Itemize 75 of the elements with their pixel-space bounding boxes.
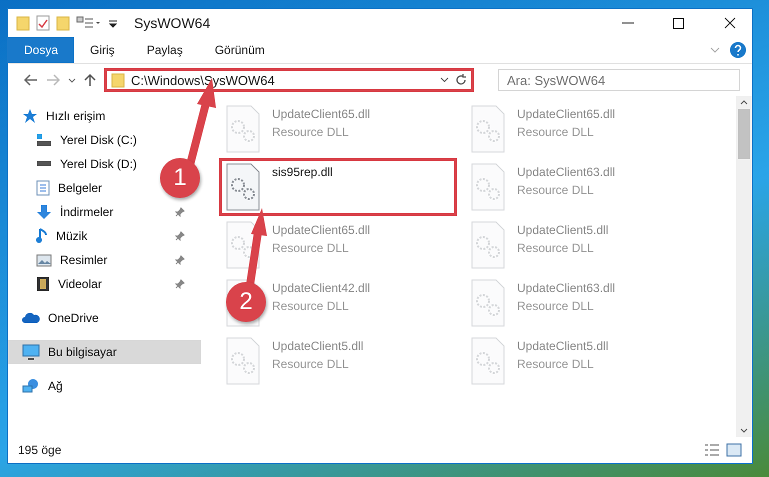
pin-icon[interactable] [175,207,185,217]
sidebar-item[interactable]: Hızlı erişim [8,104,114,128]
checklist-icon[interactable] [36,15,50,31]
close-icon [724,17,736,29]
gear-file-icon [226,105,260,153]
file-type: Resource DLL [272,241,350,255]
sidebar-item[interactable]: Yerel Disk (D:) [8,152,145,176]
ribbon-tab[interactable]: Paylaş [130,37,199,63]
file-item[interactable]: sis95rep.dll [219,158,457,216]
gear-file-icon [471,337,505,385]
item-count: 195 öge [18,443,62,457]
dropdown-chevron-icon[interactable] [440,77,449,83]
sidebar-item[interactable]: Resimler [8,248,193,272]
scrollbar-thumb[interactable] [738,109,750,159]
address-bar[interactable]: C:\Windows\SysWOW64 [104,68,474,92]
scrollbar[interactable] [736,96,752,437]
music-note-icon [36,228,48,244]
pin-icon[interactable] [175,231,185,241]
scroll-down-icon[interactable] [740,428,748,433]
file-type: Resource DLL [517,357,595,371]
file-name[interactable]: sis95rep.dll [272,165,333,179]
file-type: Resource DLL [517,299,595,313]
sidebar-item[interactable]: Ağ [8,374,71,398]
file-type: Resource DLL [272,299,350,313]
pin-icon[interactable] [175,279,185,289]
file-type: Resource DLL [272,357,350,371]
properties-dropdown-icon[interactable] [76,16,102,30]
download-arrow-icon [36,204,52,220]
ribbon-tab[interactable]: Dosya [8,37,74,63]
refresh-icon[interactable] [455,74,467,86]
drive-icon [36,161,52,167]
gear-file-icon [226,163,260,211]
maximize-icon [673,18,684,28]
ribbon-tab[interactable]: Görünüm [198,37,281,63]
network-globe-icon [22,378,40,394]
quick-access-dropdown-icon[interactable] [108,18,118,28]
sidebar-item[interactable]: OneDrive [8,306,107,330]
sidebar-item[interactable]: İndirmeler [8,200,193,224]
gear-file-icon [226,337,260,385]
drive-icon [36,133,52,147]
file-type: Resource DLL [517,241,595,255]
sidebar-item[interactable]: Müzik [8,224,193,248]
pin-icon[interactable] [175,255,185,265]
file-type: Resource DLL [517,183,595,197]
ribbon-tab[interactable]: Giriş [74,37,131,63]
file-type: Resource DLL [517,125,595,139]
film-icon [36,276,50,292]
star-icon [22,108,38,124]
sidebar-item[interactable]: Yerel Disk (C:) [8,128,145,152]
window-title: SysWOW64 [134,15,212,31]
up-arrow-icon[interactable] [84,73,96,87]
gear-file-icon [471,279,505,327]
monitor-icon [22,344,40,360]
gear-file-icon [471,105,505,153]
details-view-icon[interactable] [704,443,720,457]
large-icons-view-icon[interactable] [726,443,742,457]
help-icon[interactable] [730,42,746,58]
folder-icon [111,72,125,88]
document-icon [36,180,50,196]
sidebar-item[interactable]: Belgeler [8,176,110,200]
gear-file-icon [471,221,505,269]
folder-icon [16,15,30,31]
gear-file-icon [226,221,260,269]
folder-icon [56,15,70,31]
back-arrow-icon[interactable] [24,74,38,86]
cloud-icon [22,312,40,324]
scroll-up-icon[interactable] [740,100,748,105]
file-type: Resource DLL [272,125,350,139]
recent-dropdown-icon[interactable] [68,78,76,82]
picture-icon [36,254,52,266]
sidebar-item[interactable]: Videolar [8,272,193,296]
gear-file-icon [471,163,505,211]
minimize-icon [622,22,634,24]
sidebar-item[interactable]: Bu bilgisayar [8,340,201,364]
search-field[interactable]: Ara: SysWOW64 [498,69,740,91]
